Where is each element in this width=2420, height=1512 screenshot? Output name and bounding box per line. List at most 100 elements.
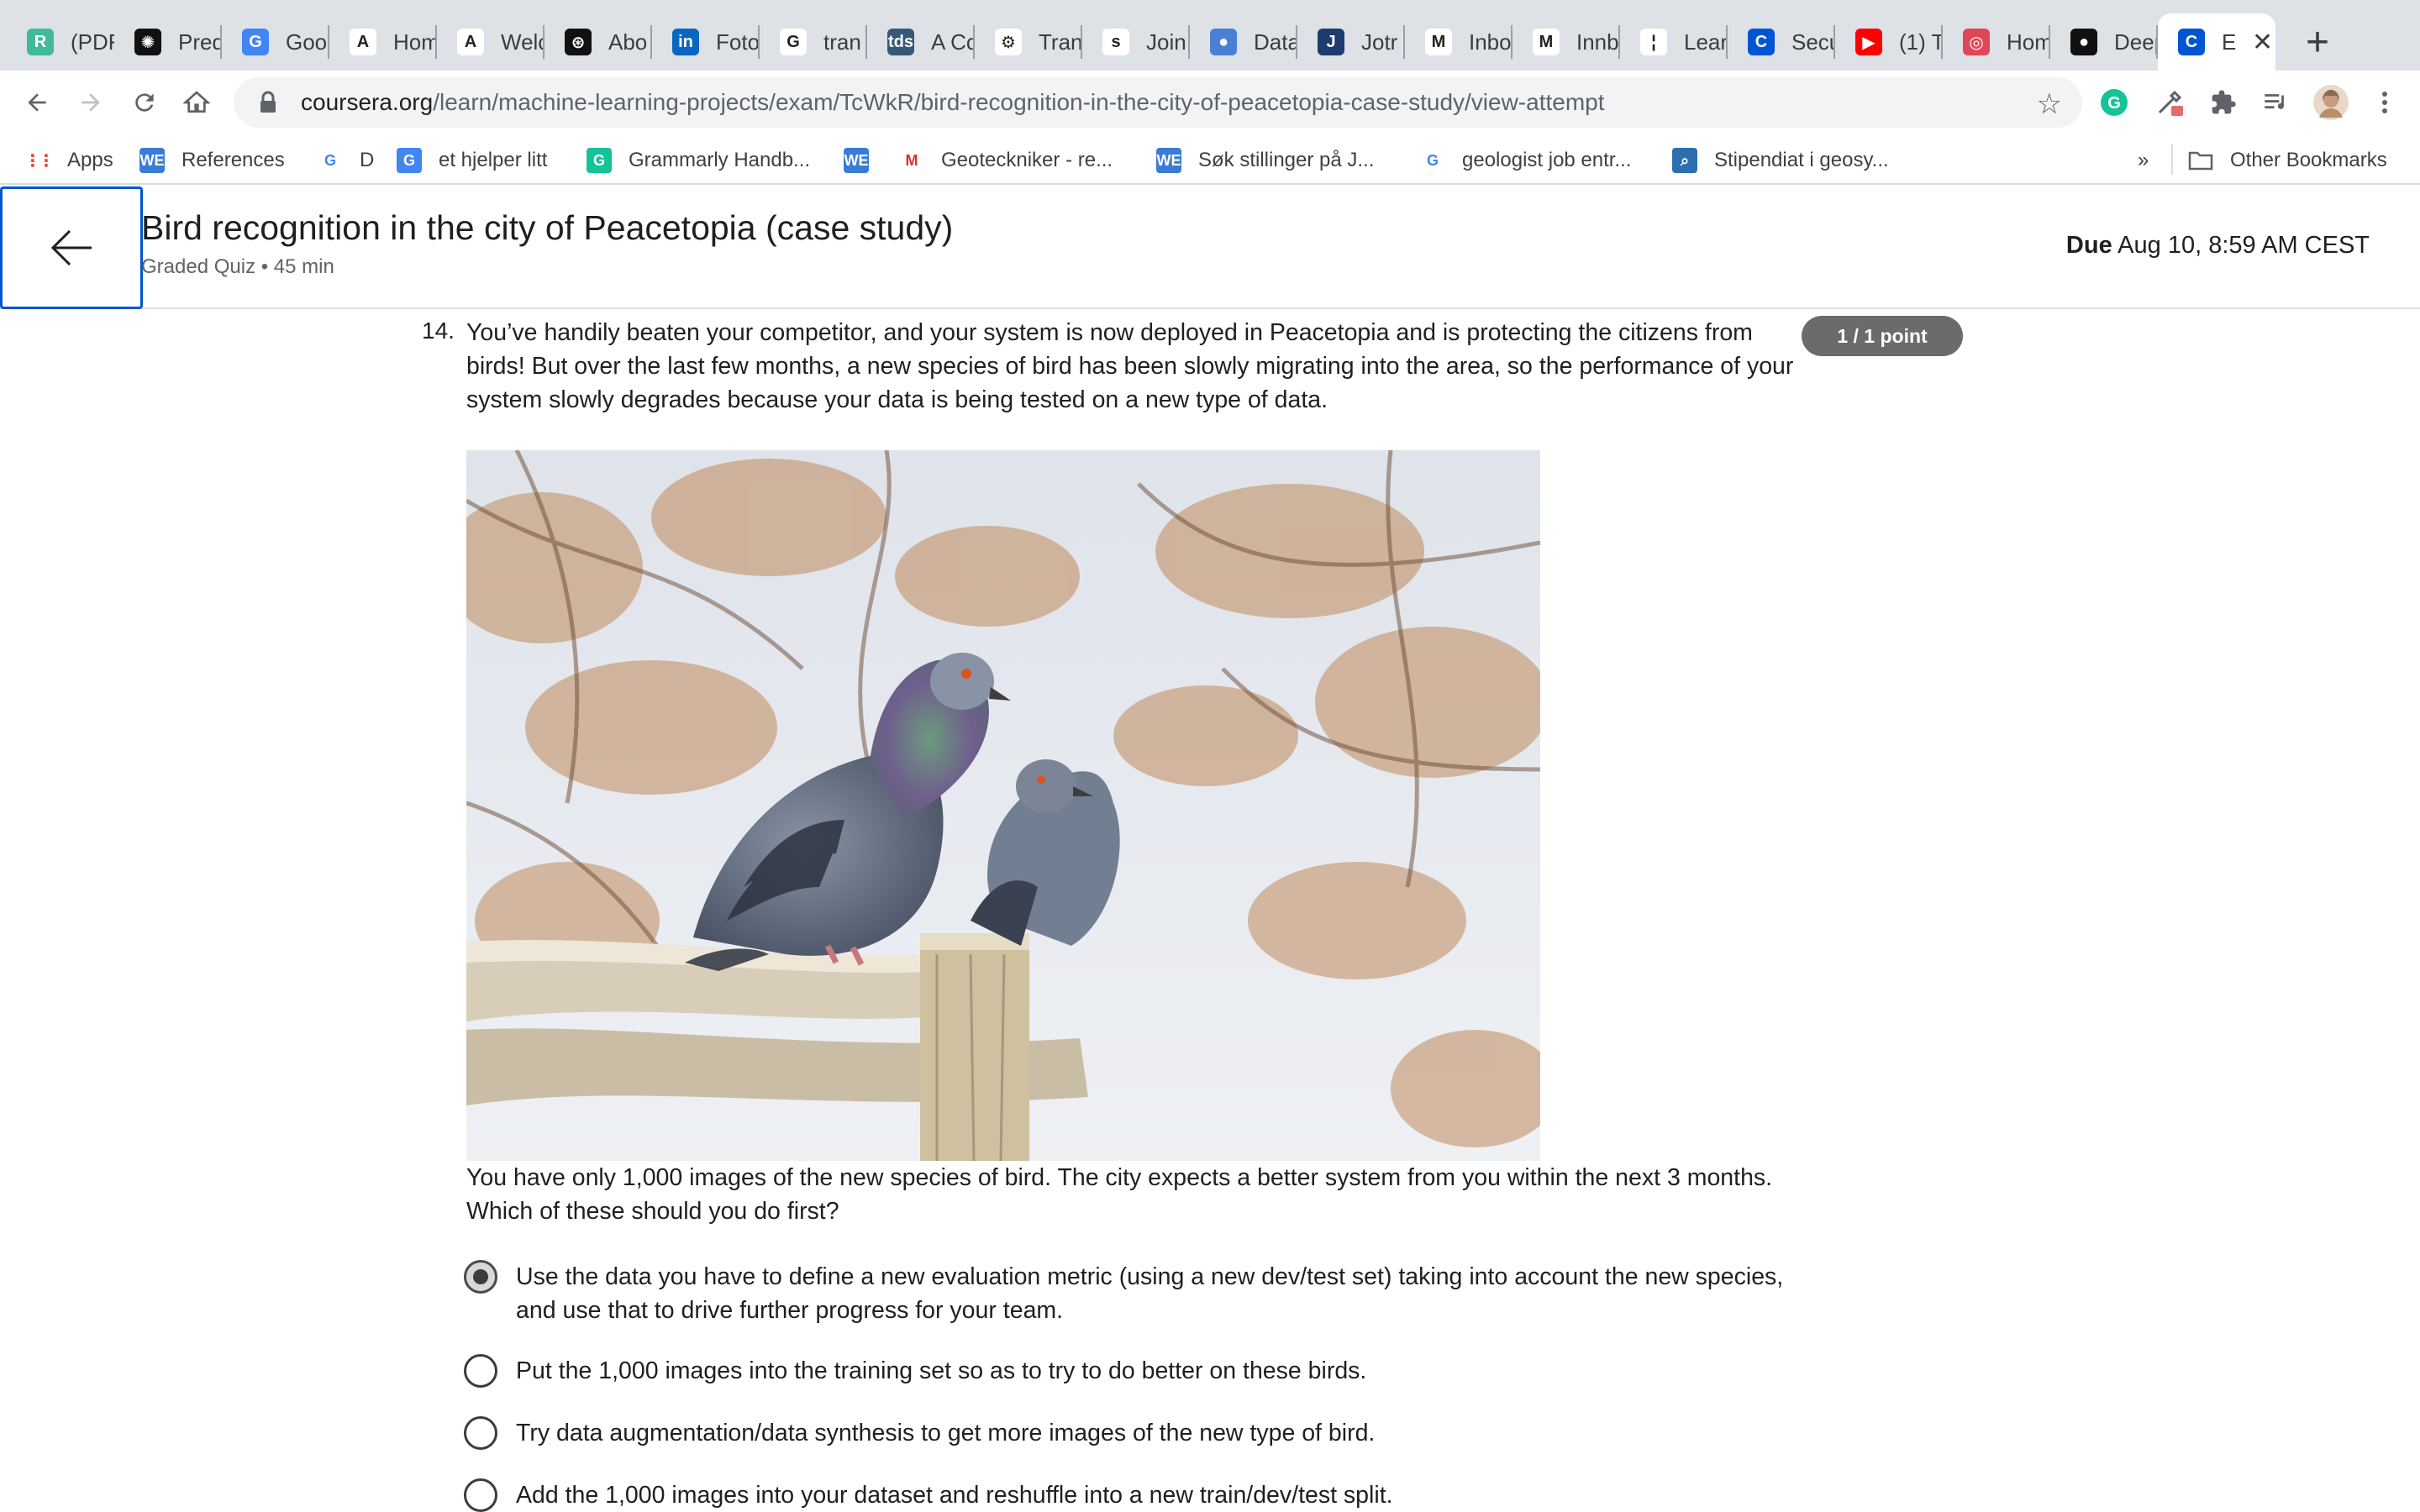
browser-tab[interactable]: ▶ (1) T: [1835, 13, 1943, 71]
svg-text:G: G: [2107, 94, 2121, 113]
answer-option[interactable]: Put the 1,000 images into the training s…: [464, 1354, 1825, 1388]
new-tab-button[interactable]: +: [2294, 18, 2341, 66]
tab-title: Pred: [178, 29, 222, 55]
tab-title: Foto: [716, 29, 760, 55]
drop-icon: ●: [1210, 29, 1237, 55]
bookmark-item[interactable]: Get hjelper litt: [397, 144, 547, 176]
browser-tab[interactable]: G Goo: [222, 13, 329, 71]
browser-tab[interactable]: ⚙ Tran: [975, 13, 1082, 71]
we-icon: WE: [139, 148, 165, 173]
browser-tab[interactable]: J Jotr: [1297, 13, 1405, 71]
browser-tab[interactable]: M Innb: [1512, 13, 1620, 71]
answer-option[interactable]: Try data augmentation/data synthesis to …: [464, 1416, 1825, 1450]
browser-tab[interactable]: ● Data: [1190, 13, 1297, 71]
browser-tab[interactable]: tds A Co: [867, 13, 975, 71]
answer-option[interactable]: Use the data you have to define a new ev…: [464, 1260, 1825, 1327]
address-bar[interactable]: coursera.org/learn/machine-learning-proj…: [234, 77, 2082, 128]
we-icon: WE: [844, 148, 869, 173]
browser-tab[interactable]: A Hom: [329, 13, 437, 71]
answer-option[interactable]: Add the 1,000 images into your dataset a…: [464, 1478, 1825, 1512]
browser-tab[interactable]: A Welc: [437, 13, 544, 71]
bookmarks-overflow-button[interactable]: »: [2138, 144, 2149, 176]
answer-option-label[interactable]: Use the data you have to define a new ev…: [516, 1260, 1793, 1327]
browser-tab[interactable]: ⊛ Abo: [544, 13, 652, 71]
gmail-icon: M: [905, 151, 918, 169]
radio-button[interactable]: [464, 1478, 497, 1512]
points-badge: 1 / 1 point: [1802, 316, 1963, 356]
browser-toolbar: coursera.org/learn/machine-learning-proj…: [0, 71, 2420, 136]
browser-tab[interactable]: C E ✕: [2158, 13, 2275, 71]
answer-option-label[interactable]: Put the 1,000 images into the training s…: [516, 1354, 1793, 1388]
tab-title: A Co: [931, 29, 975, 55]
tab-title: Join: [1146, 29, 1186, 55]
tab-title: Abo: [608, 29, 648, 55]
radio-button[interactable]: [464, 1416, 497, 1450]
browser-tab[interactable]: M Inbo: [1405, 13, 1512, 71]
question-image-pigeons: [466, 450, 1540, 1161]
browser-tab[interactable]: ● Deep: [2050, 13, 2158, 71]
bookmark-item[interactable]: G Grammarly Handb...: [587, 144, 810, 176]
home-icon[interactable]: [175, 81, 218, 124]
eyedropper-extension-icon[interactable]: [2153, 86, 2186, 119]
tab-strip: R(PDF✺PredGGooAHomAWelc⊛AboinFotoGtrantd…: [0, 0, 2420, 71]
answer-option-label[interactable]: Try data augmentation/data synthesis to …: [516, 1416, 1793, 1450]
tab-title: Goo: [286, 29, 328, 55]
tab-title: (PDF: [71, 29, 114, 55]
bookmark-star-icon[interactable]: ☆: [2037, 87, 2062, 121]
bookmark-item[interactable]: M Geoteckniker - re...: [899, 144, 1113, 176]
lock-icon[interactable]: [259, 91, 277, 114]
close-tab-icon[interactable]: ✕: [2252, 28, 2273, 57]
bookmark-item[interactable]: ⋮⋮ Apps: [24, 144, 113, 176]
quiz-header: Bird recognition in the city of Peacetop…: [0, 186, 2420, 309]
answer-option-label[interactable]: Add the 1,000 images into your dataset a…: [516, 1478, 1793, 1512]
browser-tab[interactable]: Gtran: [760, 13, 867, 71]
folder-icon: [2188, 148, 2213, 173]
radio-button[interactable]: [464, 1354, 497, 1388]
bookmark-item[interactable]: WE Søk stillinger på J...: [1156, 144, 1374, 176]
search-doc-icon: ⌕: [1672, 148, 1697, 173]
browser-menu-icon[interactable]: [2368, 86, 2402, 119]
browser-tab[interactable]: C Secu: [1728, 13, 1835, 71]
forward-icon[interactable]: [69, 81, 113, 124]
github-icon: ●: [2070, 29, 2097, 55]
bookmark-item[interactable]: WE: [844, 144, 886, 176]
back-icon[interactable]: [15, 81, 59, 124]
a-letter-icon: A: [457, 29, 484, 55]
bookmark-item[interactable]: GD: [318, 144, 374, 176]
bookmark-label: References: [182, 149, 285, 171]
bookmark-item[interactable]: Ggeologist job entr...: [1420, 144, 1631, 176]
tab-title: Data: [1254, 29, 1297, 55]
tab-title: Jotr: [1361, 29, 1398, 55]
arrow-left-icon: [50, 229, 92, 266]
back-arrow-button[interactable]: [0, 186, 143, 309]
bookmarks-bar: ⋮⋮ Apps WE References G D Get hjelper litt G Gra…: [0, 136, 2420, 185]
tab-title: Innb: [1576, 29, 1619, 55]
bookmark-item[interactable]: WE References: [139, 144, 285, 176]
url-text[interactable]: coursera.org/learn/machine-learning-proj…: [301, 89, 1605, 116]
extensions-puzzle-icon[interactable]: [2207, 86, 2240, 119]
other-bookmarks-folder[interactable]: Other Bookmarks: [2188, 144, 2387, 176]
coursera-icon: C: [2178, 29, 2205, 55]
browser-tab[interactable]: ¦ Lear: [1620, 13, 1728, 71]
media-queue-icon[interactable]: [2259, 86, 2292, 119]
tab-title: Hom: [393, 29, 437, 55]
browser-tab[interactable]: R (PDF: [7, 13, 114, 71]
gear-icon: ✺: [134, 29, 161, 55]
bookmark-item[interactable]: ⌕ Stipendiat i geosy...: [1672, 144, 1889, 176]
browser-tab[interactable]: s Join: [1082, 13, 1190, 71]
radio-button-selected[interactable]: [464, 1260, 497, 1294]
openai-icon: ⊛: [565, 29, 592, 55]
apps-grid-icon: ⋮⋮: [24, 151, 55, 171]
tab-title: Inbo: [1469, 29, 1512, 55]
browser-tab[interactable]: in Foto: [652, 13, 760, 71]
tab-title: Deep: [2114, 29, 2158, 55]
grammarly-extension-icon[interactable]: G: [2097, 86, 2131, 119]
browser-tab[interactable]: ◎ Hom: [1943, 13, 2050, 71]
tab-title: Secu: [1791, 29, 1835, 55]
profile-avatar[interactable]: [2311, 82, 2351, 123]
bookmark-label: et hjelper litt: [439, 149, 548, 171]
question-number: 14.: [422, 318, 455, 344]
bookmark-label: Søk stillinger på J...: [1198, 149, 1375, 171]
reload-icon[interactable]: [123, 81, 166, 124]
browser-tab[interactable]: ✺ Pred: [114, 13, 222, 71]
